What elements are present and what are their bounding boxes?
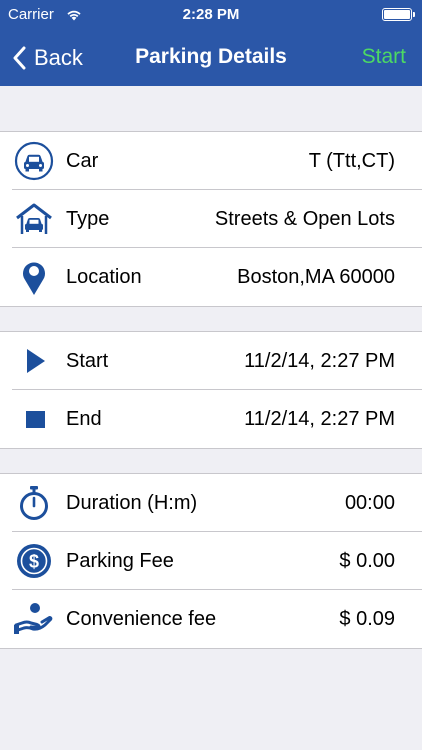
convenience-fee-value: $ 0.09 bbox=[339, 608, 395, 630]
start-button[interactable]: Start bbox=[362, 45, 406, 69]
status-bar: Carrier 2:28 PM bbox=[0, 0, 422, 32]
car-row[interactable]: Car T (Ttt,CT) bbox=[0, 132, 422, 190]
start-label: Start bbox=[66, 350, 109, 372]
end-value: 11/2/14, 2:27 PM bbox=[244, 408, 395, 430]
battery-icon bbox=[382, 8, 415, 21]
car-value: T (Ttt,CT) bbox=[308, 150, 395, 172]
end-row[interactable]: End 11/2/14, 2:27 PM bbox=[0, 389, 422, 448]
time-section: Start 11/2/14, 2:27 PM End 11/2/14, 2:27… bbox=[0, 331, 422, 449]
vehicle-section: Car T (Ttt,CT) Type Streets & Open Lots bbox=[0, 131, 422, 307]
start-value: 11/2/14, 2:27 PM bbox=[244, 350, 395, 372]
stop-icon bbox=[14, 399, 54, 439]
parking-fee-label: Parking Fee bbox=[66, 550, 174, 572]
location-value: Boston,MA 60000 bbox=[237, 266, 395, 288]
type-row[interactable]: Type Streets & Open Lots bbox=[0, 189, 422, 248]
navigation-bar: Back Parking Details Start bbox=[0, 32, 422, 86]
end-label: End bbox=[66, 408, 102, 430]
svg-text:$: $ bbox=[29, 552, 39, 572]
location-pin-icon bbox=[14, 257, 54, 297]
location-row[interactable]: Location Boston,MA 60000 bbox=[0, 247, 422, 306]
garage-icon bbox=[14, 199, 54, 239]
duration-row[interactable]: Duration (H:m) 00:00 bbox=[0, 474, 422, 532]
clock-label: 2:28 PM bbox=[182, 6, 240, 23]
convenience-fee-label: Convenience fee bbox=[66, 608, 217, 630]
page-title: Parking Details bbox=[135, 45, 287, 68]
location-label: Location bbox=[66, 266, 142, 288]
duration-label: Duration (H:m) bbox=[66, 492, 198, 514]
car-label: Car bbox=[66, 150, 99, 172]
duration-value: 00:00 bbox=[344, 492, 395, 514]
start-row[interactable]: Start 11/2/14, 2:27 PM bbox=[0, 332, 422, 390]
hand-coin-icon bbox=[14, 599, 54, 639]
type-label: Type bbox=[66, 208, 110, 230]
fee-section: Duration (H:m) 00:00 $ Parking Fee $ 0.0… bbox=[0, 473, 422, 649]
play-icon bbox=[14, 341, 54, 381]
convenience-fee-row[interactable]: Convenience fee $ 0.09 bbox=[0, 589, 422, 648]
parking-fee-value: $ 0.00 bbox=[339, 550, 395, 572]
parking-fee-row[interactable]: $ Parking Fee $ 0.00 bbox=[0, 531, 422, 590]
dollar-coin-icon: $ bbox=[14, 541, 54, 581]
type-value: Streets & Open Lots bbox=[214, 208, 395, 230]
car-icon bbox=[14, 141, 54, 181]
stopwatch-icon bbox=[14, 483, 54, 523]
